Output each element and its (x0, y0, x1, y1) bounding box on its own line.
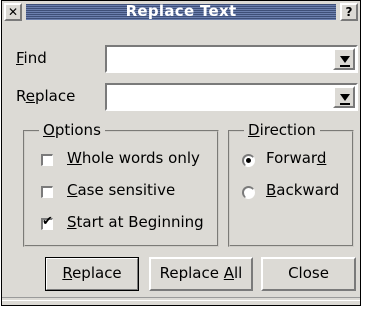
find-dropdown-button[interactable] (333, 48, 355, 70)
options-group: Options Whole words only Case sensitive … (23, 121, 219, 247)
options-legend: Options (39, 121, 105, 139)
title-bar-fill: Replace Text (26, 2, 336, 20)
find-input[interactable] (109, 49, 332, 69)
checkmark-icon: ✔ (42, 214, 53, 229)
title-bar[interactable]: ✕ Replace Text ? (4, 2, 358, 21)
replace-button[interactable]: Replace (45, 257, 139, 291)
help-icon: ? (345, 5, 353, 19)
replace-combobox[interactable] (105, 83, 358, 111)
forward-radio-button[interactable] (242, 154, 255, 167)
direction-group: Direction Forward Backward (228, 121, 354, 247)
start-at-beginning-checkbox-box[interactable]: ✔ (41, 214, 53, 230)
close-icon: ✕ (7, 5, 19, 19)
close-button[interactable]: Close (261, 257, 356, 291)
direction-legend: Direction (244, 121, 320, 139)
forward-label[interactable]: Forward (266, 149, 326, 167)
replace-label: Replace (16, 87, 76, 105)
replace-all-button[interactable]: Replace All (149, 257, 253, 291)
radio-selected-dot (246, 158, 251, 163)
find-label: Find (16, 49, 47, 67)
bottom-divider (2, 297, 360, 301)
find-combobox[interactable] (105, 45, 358, 73)
replace-dropdown-button[interactable] (333, 86, 355, 108)
whole-words-label[interactable]: Whole words only (67, 149, 200, 167)
case-sensitive-checkbox-box[interactable] (41, 186, 53, 198)
case-sensitive-label[interactable]: Case sensitive (67, 181, 175, 199)
start-at-beginning-label[interactable]: Start at Beginning (67, 213, 204, 231)
replace-input[interactable] (109, 87, 332, 107)
replace-text-dialog: ✕ Replace Text ? Find Replace Options Wh… (1, 0, 361, 306)
close-window-button[interactable]: ✕ (4, 3, 22, 21)
window-title: Replace Text (125, 2, 237, 20)
backward-radio-button[interactable] (242, 186, 255, 199)
whole-words-checkbox-box[interactable] (41, 154, 53, 166)
backward-label[interactable]: Backward (266, 181, 339, 199)
help-button[interactable]: ? (340, 3, 358, 21)
